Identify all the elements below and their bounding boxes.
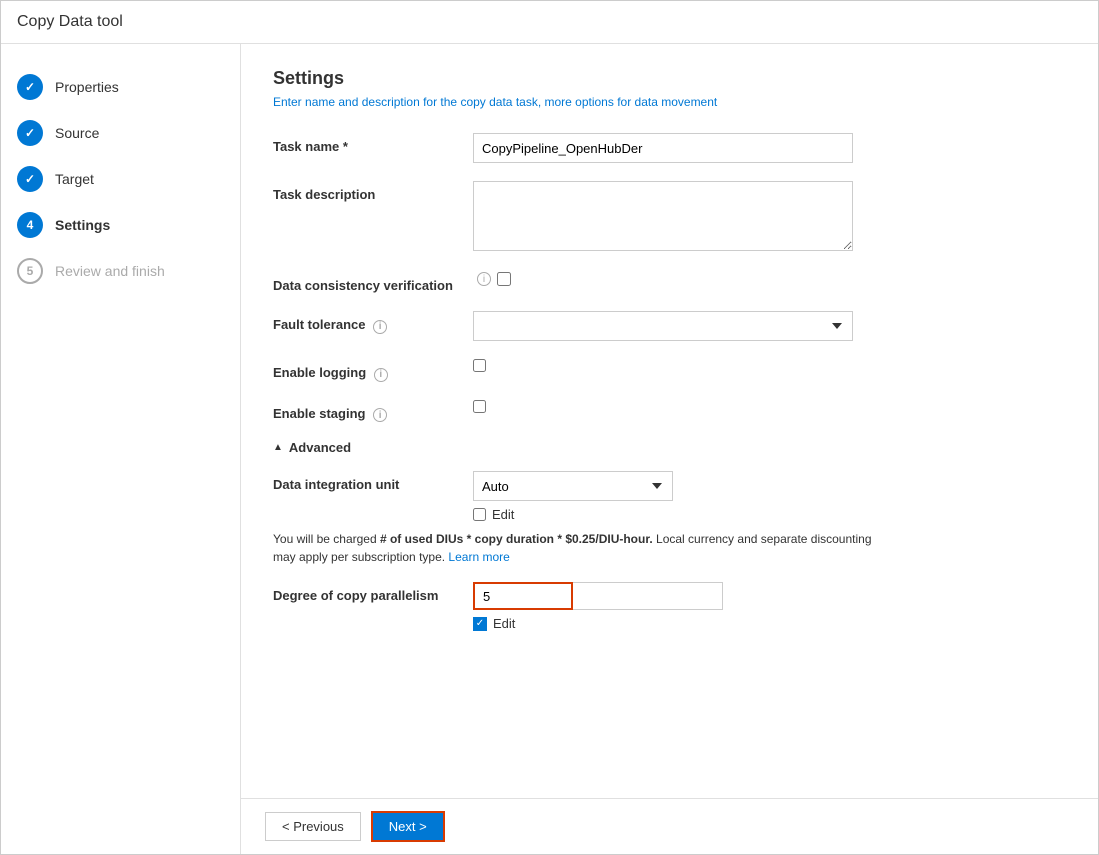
- fault-tolerance-info-icon: i: [373, 320, 387, 334]
- advanced-toggle[interactable]: ▲ Advanced: [273, 440, 1066, 455]
- parallelism-inputs: Edit: [473, 582, 723, 631]
- enable-logging-row: Enable logging i: [273, 359, 1066, 382]
- enable-staging-control: [473, 400, 853, 416]
- enable-logging-checkbox[interactable]: [473, 359, 486, 372]
- enable-logging-info-icon: i: [374, 368, 388, 382]
- parallelism-input-first[interactable]: [473, 582, 573, 610]
- sidebar-item-source[interactable]: ✓ Source: [1, 110, 240, 156]
- data-consistency-control: i: [473, 272, 853, 286]
- enable-logging-label: Enable logging i: [273, 359, 473, 382]
- enable-staging-checkbox[interactable]: [473, 400, 486, 413]
- charge-text: You will be charged # of used DIUs * cop…: [273, 530, 873, 566]
- data-consistency-checkbox[interactable]: [497, 272, 511, 286]
- task-name-input[interactable]: [473, 133, 853, 163]
- sidebar-item-review[interactable]: 5 Review and finish: [1, 248, 240, 294]
- main-content: Settings Enter name and description for …: [241, 44, 1098, 854]
- parallelism-edit-row: Edit: [473, 616, 723, 631]
- step-label-properties: Properties: [55, 79, 119, 95]
- enable-logging-control: [473, 359, 853, 375]
- section-subtitle: Enter name and description for the copy …: [273, 95, 1066, 109]
- data-consistency-info-icon: i: [477, 272, 491, 286]
- task-description-label: Task description: [273, 181, 473, 202]
- task-description-row: Task description: [273, 181, 1066, 254]
- fault-tolerance-control: [473, 311, 853, 341]
- app-body: ✓ Properties ✓ Source ✓ Target 4 Setting…: [1, 44, 1098, 854]
- app-title: Copy Data tool: [17, 13, 123, 30]
- fault-tolerance-row: Fault tolerance i: [273, 311, 1066, 341]
- previous-button[interactable]: < Previous: [265, 812, 361, 841]
- app-header: Copy Data tool: [1, 1, 1098, 44]
- task-name-row: Task name *: [273, 133, 1066, 163]
- data-consistency-label: Data consistency verification: [273, 272, 473, 293]
- charge-text-bold: # of used DIUs * copy duration * $0.25/D…: [380, 532, 653, 546]
- section-title: Settings: [273, 68, 1066, 89]
- step-circle-source: ✓: [17, 120, 43, 146]
- step-label-review: Review and finish: [55, 263, 165, 279]
- diu-select[interactable]: Auto 2 4 8 16 32 64 128 256: [473, 471, 673, 501]
- sidebar-item-settings[interactable]: 4 Settings: [1, 202, 240, 248]
- task-description-input[interactable]: [473, 181, 853, 251]
- diu-edit-checkbox[interactable]: [473, 508, 486, 521]
- parallelism-edit-checkbox[interactable]: [473, 617, 487, 631]
- parallelism-input-row: [473, 582, 723, 610]
- step-label-settings: Settings: [55, 217, 110, 233]
- diu-edit-label: Edit: [492, 507, 514, 522]
- parallelism-edit-label: Edit: [493, 616, 515, 631]
- footer: < Previous Next >: [241, 798, 1098, 854]
- charge-text-part1: You will be charged: [273, 532, 380, 546]
- next-button[interactable]: Next >: [371, 811, 445, 842]
- enable-staging-label: Enable staging i: [273, 400, 473, 423]
- parallelism-row: Degree of copy parallelism Edit: [273, 582, 1066, 631]
- step-circle-properties: ✓: [17, 74, 43, 100]
- diu-row: Data integration unit Auto 2 4 8 16 32 6…: [273, 471, 1066, 522]
- advanced-section: ▲ Advanced Data integration unit Auto 2 …: [273, 440, 1066, 631]
- data-consistency-container: i: [473, 272, 853, 286]
- task-name-label: Task name *: [273, 133, 473, 154]
- step-label-target: Target: [55, 171, 94, 187]
- parallelism-label: Degree of copy parallelism: [273, 582, 473, 603]
- sidebar-item-target[interactable]: ✓ Target: [1, 156, 240, 202]
- diu-select-container: Auto 2 4 8 16 32 64 128 256: [473, 471, 673, 522]
- parallelism-input-second[interactable]: [573, 582, 723, 610]
- fault-tolerance-label: Fault tolerance i: [273, 311, 473, 334]
- task-name-control: [473, 133, 853, 163]
- step-circle-target: ✓: [17, 166, 43, 192]
- enable-staging-info-icon: i: [373, 408, 387, 422]
- content-area: Settings Enter name and description for …: [241, 44, 1098, 798]
- diu-edit-row: Edit: [473, 507, 673, 522]
- step-label-source: Source: [55, 125, 99, 141]
- learn-more-link[interactable]: Learn more: [448, 550, 509, 564]
- sidebar: ✓ Properties ✓ Source ✓ Target 4 Setting…: [1, 44, 241, 854]
- enable-staging-row: Enable staging i: [273, 400, 1066, 423]
- step-circle-settings: 4: [17, 212, 43, 238]
- task-description-control: [473, 181, 853, 254]
- step-circle-review: 5: [17, 258, 43, 284]
- fault-tolerance-select[interactable]: [473, 311, 853, 341]
- data-consistency-row: Data consistency verification i: [273, 272, 1066, 293]
- advanced-triangle-icon: ▲: [273, 442, 283, 453]
- sidebar-item-properties[interactable]: ✓ Properties: [1, 64, 240, 110]
- advanced-label: Advanced: [289, 440, 351, 455]
- diu-label: Data integration unit: [273, 471, 473, 492]
